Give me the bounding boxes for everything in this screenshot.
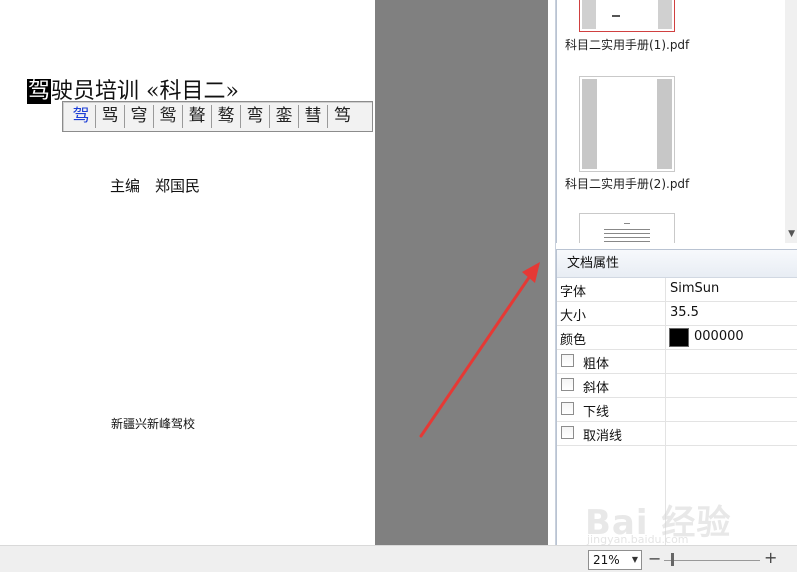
zoom-slider-track[interactable] [664, 560, 760, 561]
ime-candidate-bar[interactable]: 驾 骂 穹 鸳 聱 骜 弯 銮 彗 笃 [62, 101, 373, 132]
thumbnail-name[interactable]: 科目二实用手册(1).pdf [565, 36, 689, 53]
thumbnail-text-mark [612, 15, 620, 17]
property-label: 字体 [560, 285, 587, 300]
underline-label: 下线 [583, 405, 610, 420]
thumbnail-preview [582, 0, 672, 29]
zoom-in-button[interactable]: + [764, 549, 777, 567]
thumbnail-panel[interactable]: 科目二实用手册(1).pdf 科目二实用手册(2).pdf ▼ [556, 0, 797, 243]
panel-splitter[interactable] [548, 0, 556, 545]
italic-label: 斜体 [583, 381, 610, 396]
thumbnail-page [596, 0, 658, 29]
thumbnail-page [597, 79, 657, 169]
bold-label: 粗体 [583, 357, 610, 372]
ime-candidate[interactable]: 聱 [183, 105, 212, 128]
chevron-down-icon[interactable]: ▼ [632, 551, 638, 569]
ime-candidate[interactable]: 彗 [299, 105, 328, 128]
document-school-line[interactable]: 新疆兴新峰驾校 [111, 415, 195, 432]
bold-checkbox[interactable] [561, 354, 574, 367]
thumbnail-text-mark [604, 229, 650, 230]
thumbnail-name[interactable]: 科目二实用手册(2).pdf [565, 175, 689, 192]
thumbnail-text-mark [604, 241, 650, 242]
zoom-select[interactable]: 21% ▼ [588, 550, 642, 570]
thumbnail-2[interactable] [579, 76, 675, 172]
document-page[interactable]: 驾驶员培训 «科目二» 驾 骂 穹 鸳 聱 骜 弯 銮 彗 笃 主编 郑国民 新… [0, 0, 375, 545]
ime-candidate[interactable]: 鸳 [154, 105, 183, 128]
thumbnail-1[interactable] [579, 0, 675, 32]
font-value[interactable]: SimSun [670, 281, 719, 296]
thumbnail-text-mark [604, 233, 650, 234]
canvas-background [375, 0, 548, 545]
property-row-font[interactable]: 字体 SimSun [557, 278, 797, 302]
document-editor-line[interactable]: 主编 郑国民 [110, 175, 200, 196]
italic-checkbox[interactable] [561, 378, 574, 391]
property-label: 颜色 [560, 333, 587, 348]
size-value[interactable]: 35.5 [670, 305, 699, 320]
ime-candidate[interactable]: 銮 [270, 105, 299, 128]
ime-candidate[interactable]: 弯 [241, 105, 270, 128]
color-swatch[interactable] [669, 328, 689, 347]
scroll-down-icon[interactable]: ▼ [788, 229, 795, 239]
property-row-bold[interactable]: 粗体 [557, 350, 797, 374]
thumbnail-scrollbar[interactable]: ▼ [785, 0, 797, 243]
status-bar: 21% ▼ − + [0, 545, 797, 572]
zoom-value: 21% [593, 553, 620, 567]
strikethrough-checkbox[interactable] [561, 426, 574, 439]
ime-candidate[interactable]: 穹 [125, 105, 154, 128]
thumbnail-3[interactable] [579, 213, 675, 243]
thumbnail-page [596, 217, 658, 243]
property-row-underline[interactable]: 下线 [557, 398, 797, 422]
property-row-size[interactable]: 大小 35.5 [557, 302, 797, 326]
zoom-out-button[interactable]: − [648, 550, 661, 568]
selected-title-char[interactable]: 驾 [27, 79, 52, 104]
ime-candidate[interactable]: 骂 [96, 105, 125, 128]
thumbnail-preview [582, 79, 672, 169]
zoom-slider-handle[interactable] [671, 553, 674, 566]
property-row-italic[interactable]: 斜体 [557, 374, 797, 398]
properties-header: 文档属性 [557, 250, 797, 278]
strikethrough-label: 取消线 [583, 429, 623, 444]
property-label: 大小 [560, 309, 587, 324]
ime-candidate[interactable]: 笃 [328, 105, 357, 128]
ime-candidate[interactable]: 驾 [67, 105, 96, 128]
underline-checkbox[interactable] [561, 402, 574, 415]
color-value[interactable]: 000000 [694, 329, 744, 344]
ime-candidate[interactable]: 骜 [212, 105, 241, 128]
thumbnail-text-mark [624, 223, 630, 224]
thumbnail-text-mark [604, 237, 650, 238]
property-row-strikethrough[interactable]: 取消线 [557, 422, 797, 446]
property-row-color[interactable]: 颜色 000000 [557, 326, 797, 350]
